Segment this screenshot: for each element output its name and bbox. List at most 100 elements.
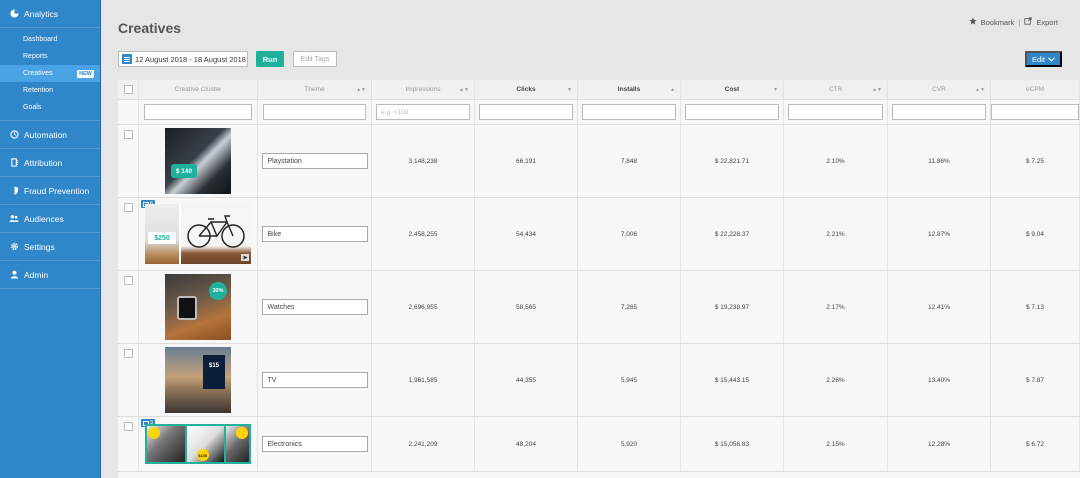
- cost-cell: $ 15,443.15: [681, 344, 784, 416]
- export-link[interactable]: Export: [1036, 18, 1058, 27]
- creative-thumbnail[interactable]: $250: [145, 204, 251, 264]
- theme-input[interactable]: Bike: [261, 226, 368, 242]
- ctr-cell: 2.17%: [784, 271, 888, 343]
- gear-icon: [9, 242, 19, 252]
- column-cost[interactable]: Cost ▼: [681, 80, 784, 99]
- filter-cell: [888, 100, 991, 124]
- row-checkbox[interactable]: [123, 422, 133, 431]
- cost-filter-input[interactable]: [685, 104, 779, 120]
- run-button[interactable]: Run: [256, 51, 284, 67]
- row-checkbox[interactable]: [123, 276, 133, 285]
- column-label: Cost: [724, 86, 740, 93]
- nav-settings[interactable]: Settings: [0, 233, 100, 261]
- nav-attribution[interactable]: Attribution: [0, 149, 100, 177]
- table-row[interactable]: 6 $250: [118, 198, 1080, 271]
- main-content: Creatives Bookmark | Export 12 August 20…: [101, 0, 1080, 478]
- export-icon: [1024, 17, 1032, 27]
- date-range-picker[interactable]: 12 August 2018 - 18 August 2018: [118, 51, 248, 67]
- impressions-filter-input[interactable]: [376, 104, 470, 120]
- clock-icon: [9, 130, 19, 140]
- nav-audiences[interactable]: Audiences: [0, 205, 100, 233]
- price-tag: [148, 427, 160, 439]
- table-row[interactable]: $ 140 Playstation 3,148,238 66,191 7,848…: [118, 125, 1080, 198]
- clicks-cell: 48,204: [475, 417, 578, 471]
- ecpm-filter-input[interactable]: [991, 104, 1079, 120]
- row-checkbox-cell: [118, 417, 139, 471]
- column-ctr[interactable]: CTR ▲▼: [784, 80, 888, 99]
- select-all-cell: [118, 80, 139, 99]
- thumbnail-panel: $150: [186, 426, 225, 462]
- column-theme[interactable]: Theme ▲▼: [258, 80, 372, 99]
- nav-reports[interactable]: Reports: [0, 48, 100, 65]
- theme-input[interactable]: Watches: [261, 299, 368, 315]
- row-checkbox[interactable]: [123, 130, 133, 139]
- filter-cell: [991, 100, 1080, 124]
- column-cvr[interactable]: CVR ▲▼: [888, 80, 991, 99]
- page-title: Creatives: [118, 20, 182, 36]
- nav-settings-label: Settings: [24, 241, 55, 252]
- column-label: Theme: [304, 86, 325, 93]
- filter-cell: [475, 100, 578, 124]
- theme-filter-input[interactable]: [262, 104, 367, 120]
- installs-cell: 7,265: [578, 271, 681, 343]
- creative-thumbnail[interactable]: 30%: [165, 274, 231, 340]
- cost-cell: $ 19,238.97: [681, 271, 784, 343]
- nav-retention[interactable]: Retention: [0, 82, 100, 99]
- column-impressions[interactable]: Impressions ▲▼: [372, 80, 475, 99]
- installs-filter-input[interactable]: [582, 104, 676, 120]
- edit-tags-button[interactable]: Edit Tags: [293, 51, 337, 67]
- clicks-cell: 44,355: [475, 344, 578, 416]
- edit-dropdown-button[interactable]: Edit: [1025, 51, 1062, 67]
- column-label: Impressions: [405, 86, 441, 93]
- column-clicks[interactable]: Clicks ▼: [475, 80, 578, 99]
- cvr-filter-input[interactable]: [892, 104, 986, 120]
- nav-goals[interactable]: Goals: [0, 99, 100, 116]
- column-installs[interactable]: Installs ▲: [578, 80, 681, 99]
- installs-cell: 7,006: [578, 198, 681, 270]
- sort-icon: ▲▼: [872, 86, 882, 93]
- column-creative-cluster: Creative Cluster: [139, 80, 258, 99]
- select-all-checkbox[interactable]: [123, 85, 133, 94]
- ecpm-cell: $ 7.25: [991, 125, 1080, 197]
- row-checkbox[interactable]: [123, 203, 133, 212]
- row-checkbox[interactable]: [123, 349, 133, 358]
- table-row[interactable]: 3 $150 Electronics 2,241,209 48,204 5,92…: [118, 417, 1080, 472]
- creative-cluster-filter-input[interactable]: [143, 104, 253, 120]
- sort-icon: ▲: [670, 86, 675, 93]
- user-icon: [9, 270, 19, 280]
- column-label: CTR: [828, 86, 843, 93]
- creative-thumbnail[interactable]: $ 140: [165, 128, 231, 194]
- theme-cell: TV: [258, 344, 372, 416]
- column-label: Creative Cluster: [174, 86, 222, 93]
- nav-goals-label: Goals: [23, 104, 42, 111]
- theme-input[interactable]: Playstation: [261, 153, 368, 169]
- filter-cell: [258, 100, 372, 124]
- table-row[interactable]: $15 TV 1,961,585 44,355 5,945 $ 15,443.1…: [118, 344, 1080, 417]
- ctr-filter-input[interactable]: [788, 104, 883, 120]
- column-ecpm[interactable]: eCPM: [991, 80, 1080, 99]
- creative-thumbnail[interactable]: $150: [145, 424, 251, 464]
- nav-creatives-label: Creatives: [23, 70, 53, 77]
- nav-creatives[interactable]: Creatives NEW: [0, 65, 100, 82]
- nav-admin[interactable]: Admin: [0, 261, 100, 289]
- nav-fraud-prevention[interactable]: Fraud Prevention: [0, 177, 100, 205]
- nav-automation[interactable]: Automation: [0, 121, 100, 149]
- theme-input[interactable]: Electronics: [261, 436, 368, 452]
- row-checkbox-cell: [118, 344, 139, 416]
- nav-analytics[interactable]: Analytics: [0, 0, 100, 28]
- filter-cell: [578, 100, 681, 124]
- price-tag: [235, 427, 248, 439]
- table-row[interactable]: 30% Watches 2,696,955 58,565 7,265 $ 19,…: [118, 271, 1080, 344]
- creative-thumbnail[interactable]: $15: [165, 347, 231, 413]
- cost-cell: $ 22,228.37: [681, 198, 784, 270]
- attribution-icon: [9, 158, 19, 168]
- cvr-cell: 12.41%: [888, 271, 991, 343]
- top-actions: Bookmark | Export: [968, 17, 1058, 27]
- clicks-filter-input[interactable]: [479, 104, 573, 120]
- bookmark-link[interactable]: Bookmark: [981, 18, 1015, 27]
- ecpm-cell: $ 6.72: [991, 417, 1080, 471]
- nav-dashboard[interactable]: Dashboard: [0, 31, 100, 48]
- thumbnail-panel: [226, 426, 249, 462]
- price-tag: $250: [148, 232, 176, 244]
- theme-input[interactable]: TV: [261, 372, 368, 388]
